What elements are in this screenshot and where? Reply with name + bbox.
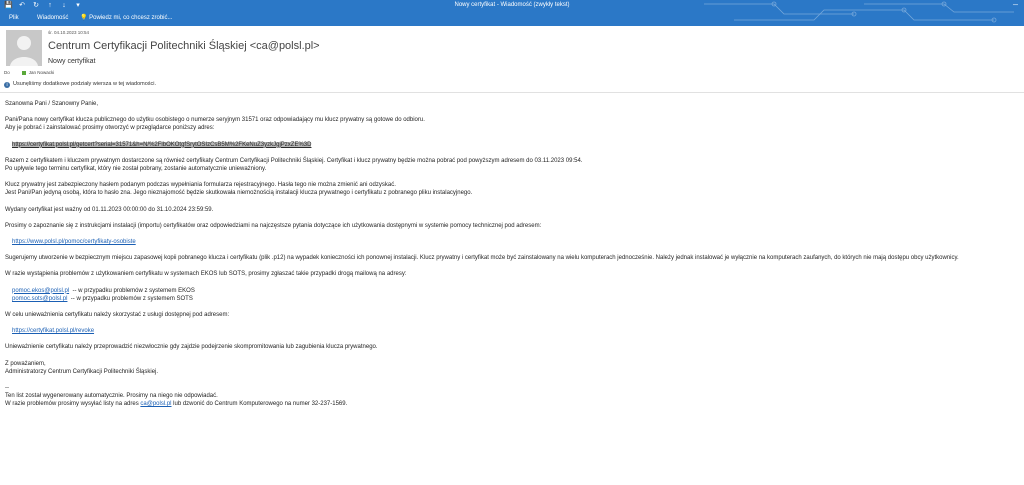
help-link[interactable]: https://www.polsl.pl/pomoc/certyfikaty-o… <box>12 239 136 245</box>
body-text: Pani/Pana nowy certyfikat klucza publicz… <box>5 117 425 124</box>
revoke-link[interactable]: https://certyfikat.polsl.pl/revoke <box>12 328 94 334</box>
body-text: Unieważnienie certyfikatu należy przepro… <box>5 344 378 351</box>
footer-text: W razie problemów prosimy wysyłać listy … <box>5 400 1020 408</box>
tab-message[interactable]: Wiadomość <box>37 14 68 22</box>
signature-closing: Z poważaniem, <box>5 360 46 367</box>
body-text: Prosimy o zapoznanie się z instrukcjami … <box>5 222 542 229</box>
info-icon: i <box>4 81 10 88</box>
tell-me-box[interactable]: 💡 Powiedz mi, co chcesz zrobić... <box>80 14 173 22</box>
body-text: W celu unieważnienia certyfikatu należy … <box>5 312 230 319</box>
recipient-name[interactable]: Jan Nowacki <box>29 70 55 76</box>
greeting: Szanowna Pani / Szanowny Panie, <box>5 101 99 107</box>
received-date: śr. 04.10.2023 10:54 <box>48 30 90 35</box>
ekos-mail-desc: -- w przypadku problemów z systemem EKOS <box>72 287 195 294</box>
avatar <box>6 30 42 66</box>
footer-text: Ten list został wygenerowany automatyczn… <box>5 393 218 400</box>
message-body: Szanowna Pani / Szanowny Panie, Pani/Pan… <box>5 100 1020 409</box>
to-label: Do <box>4 70 10 75</box>
tell-me-text: Powiedz mi, co chcesz zrobić... <box>89 15 173 21</box>
body-text: W razie wystąpienia problemów z użytkowa… <box>5 271 407 278</box>
body-text: Razem z certyfikatem i kluczem prywatnym… <box>5 157 583 164</box>
body-text: Aby je pobrać i zainstalować prosimy otw… <box>5 125 215 132</box>
certificate-download-link[interactable]: https://certyfikat.polsl.pl/getcert?seri… <box>12 141 312 148</box>
ribbon-circuit-decoration <box>704 1 1014 23</box>
footer-text-b: lub dzwonić do Centrum Komputerowego na … <box>173 401 348 408</box>
recipients-row: Do Jan Nowacki <box>4 70 54 76</box>
lightbulb-icon: 💡 <box>80 15 88 21</box>
person-icon <box>6 30 42 66</box>
body-text: Sugerujemy utworzenie w bezpiecznym miej… <box>5 255 959 262</box>
body-text: Po upływie tego terminu certyfikat, któr… <box>5 166 267 173</box>
ekos-mail-link[interactable]: pomoc.ekos@polsl.pl <box>12 288 69 294</box>
sots-mail-desc: -- w przypadku problemów z systemem SOTS <box>70 295 193 302</box>
validity-text: Wydany certyfikat jest ważny od 01.11.20… <box>5 206 214 213</box>
header-divider <box>0 92 1024 93</box>
info-text: Usunęliśmy dodatkowe podziały wiersza w … <box>13 81 157 87</box>
signature-name: Administratorzy Centrum Certyfikacji Pol… <box>5 368 159 375</box>
body-text: Klucz prywatny jest zabezpieczony hasłem… <box>5 182 396 189</box>
footer-text-a: W razie problemów prosimy wysyłać listy … <box>5 401 139 408</box>
body-text: Jest Pani/Pan jedyną osobą, która to has… <box>5 190 473 197</box>
presence-icon <box>21 71 26 75</box>
info-bar[interactable]: i Usunęliśmy dodatkowe podziały wiersza … <box>4 81 156 88</box>
sots-mail-link[interactable]: pomoc.sots@polsl.pl <box>12 296 67 302</box>
signature-separator: -- <box>5 385 9 392</box>
tab-file[interactable]: Plik <box>9 14 19 22</box>
footer-mail-link[interactable]: ca@polsl.pl <box>140 401 171 407</box>
subject: Nowy certyfikat <box>48 58 96 65</box>
sender[interactable]: Centrum Certyfikacji Politechniki Śląski… <box>48 40 320 53</box>
